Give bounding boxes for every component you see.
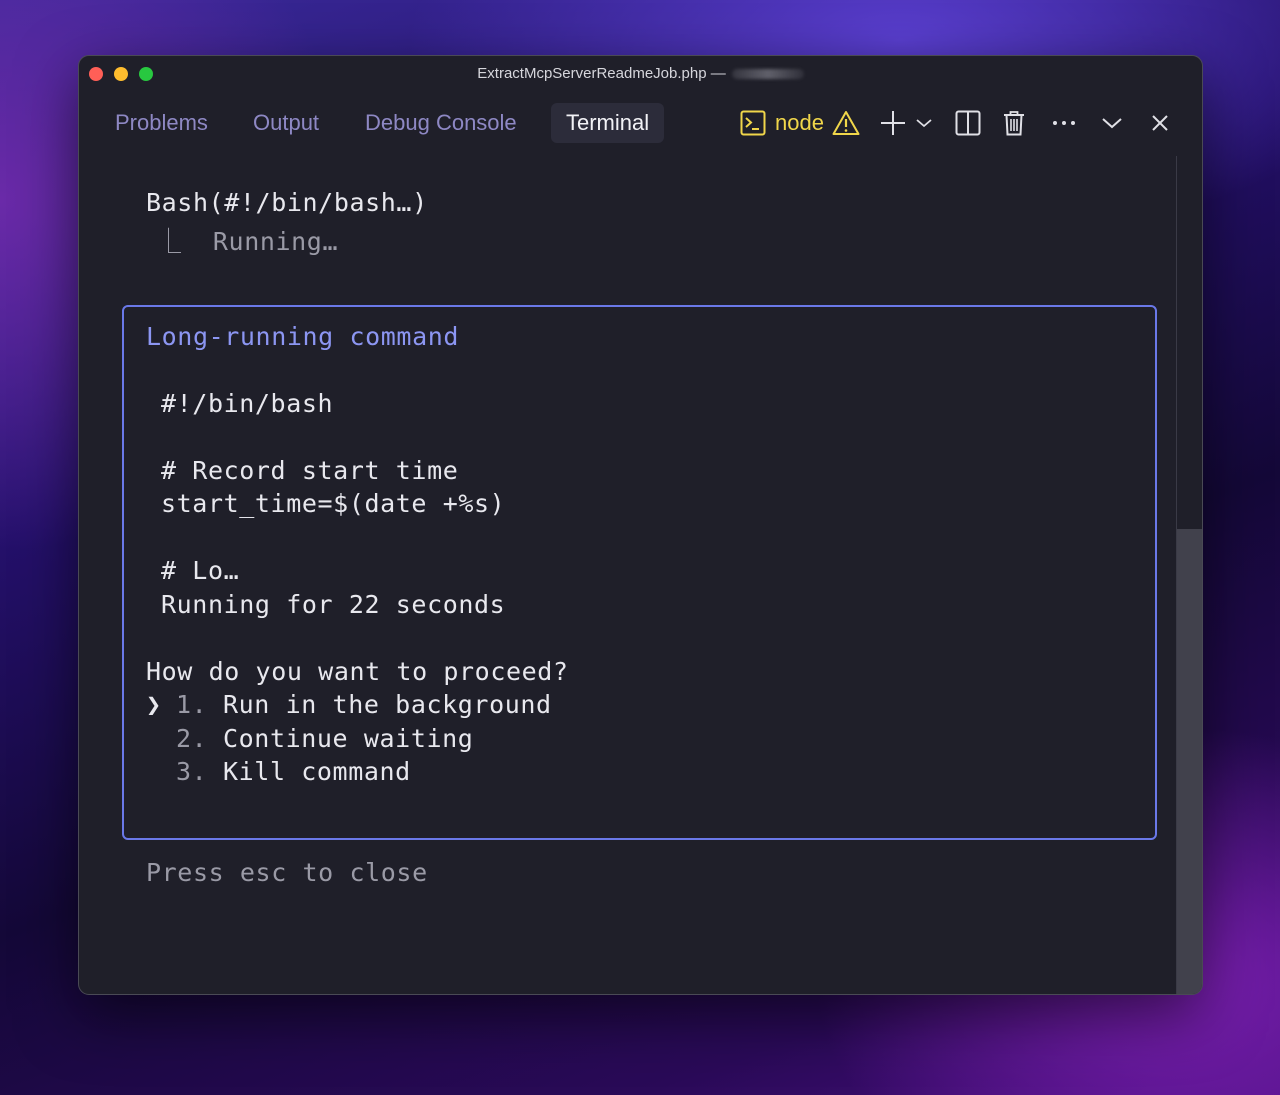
selection-cursor: ❯: [146, 690, 162, 719]
code-line: # Record start time: [161, 456, 459, 485]
terminal-name: node: [775, 110, 824, 135]
split-terminal-button[interactable]: [955, 108, 981, 138]
window-title-text: ExtractMcpServerReadmeJob.php —: [477, 65, 726, 82]
code-line: #!/bin/bash: [161, 389, 334, 418]
tab-debug-console[interactable]: Debug Console: [365, 103, 517, 143]
redacted-path: [731, 69, 804, 80]
option-label: Kill command: [223, 757, 411, 786]
new-terminal-button[interactable]: [879, 108, 907, 138]
split-icon: [955, 110, 981, 136]
more-icon: [1053, 121, 1075, 125]
panel-tab-bar: Problems Output Debug Console Terminal n…: [79, 100, 1202, 146]
option-label: Run in the background: [223, 690, 552, 719]
proceed-question: How do you want to proceed?: [146, 657, 569, 686]
code-line: # Lo…: [161, 556, 240, 585]
running-duration: Running for 22 seconds: [161, 590, 506, 619]
collapse-icon: [1102, 118, 1122, 129]
code-line: start_time=$(date +%s): [161, 489, 506, 518]
scrollbar-thumb[interactable]: [1177, 529, 1202, 994]
terminal-profile-dropdown[interactable]: [915, 108, 933, 138]
title-bar: ExtractMcpServerReadmeJob.php —: [79, 56, 1202, 92]
close-icon: [1152, 115, 1168, 131]
chevron-down-icon: [916, 119, 932, 128]
terminal-selector[interactable]: node: [740, 108, 860, 138]
trash-icon: [1004, 111, 1024, 136]
more-actions-button[interactable]: [1052, 108, 1076, 138]
plus-icon: [881, 111, 905, 135]
option-label: Continue waiting: [223, 724, 474, 753]
terminal-icon: [740, 110, 766, 136]
warning-icon: [832, 111, 860, 135]
status-line: ⎿ Running…: [156, 227, 339, 256]
close-panel-button[interactable]: [1150, 108, 1170, 138]
tab-problems[interactable]: Problems: [115, 103, 208, 143]
collapse-panel-button[interactable]: [1101, 108, 1123, 138]
tab-output[interactable]: Output: [253, 103, 319, 143]
dialog-title: Long-running command: [146, 322, 460, 351]
tab-terminal[interactable]: Terminal: [551, 103, 665, 143]
option-number: 1.: [176, 690, 208, 719]
window-title: ExtractMcpServerReadmeJob.php —: [79, 65, 1202, 82]
option-number: 2.: [176, 724, 208, 753]
close-hint: Press esc to close: [146, 858, 428, 887]
command-line: Bash(#!/bin/bash…): [146, 188, 428, 217]
editor-window: ExtractMcpServerReadmeJob.php — Problems…: [78, 55, 1203, 995]
kill-terminal-button[interactable]: [1003, 108, 1025, 138]
option-number: 3.: [176, 757, 208, 786]
